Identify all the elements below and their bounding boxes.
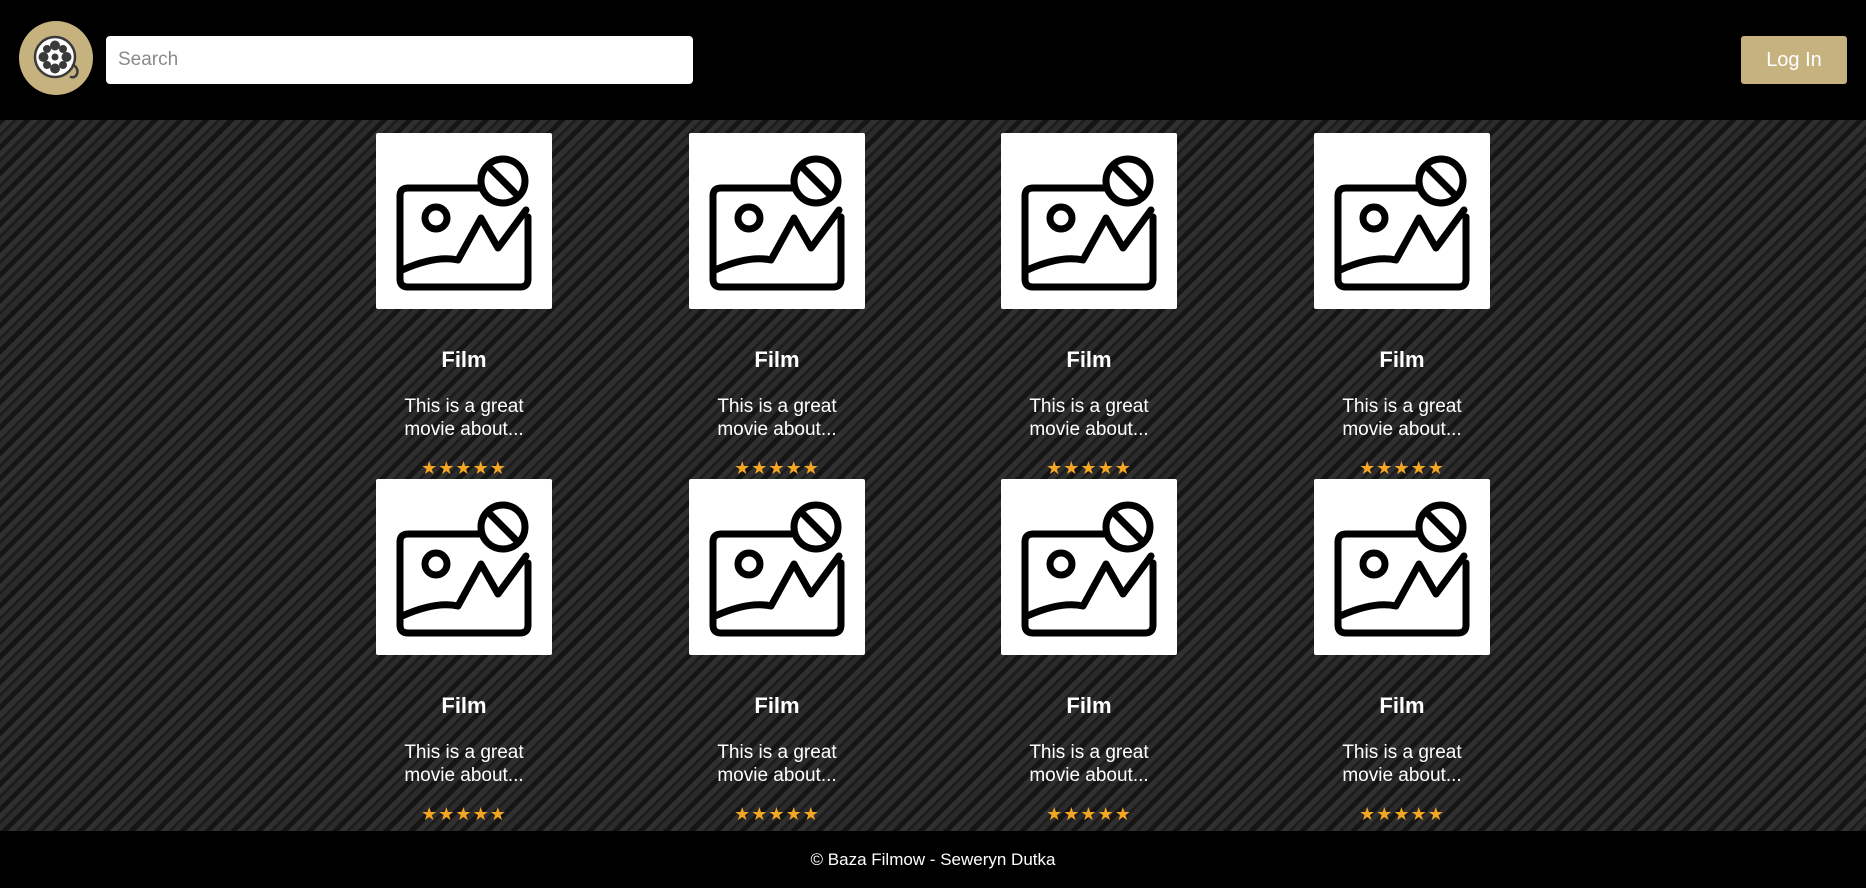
star-rating: ★★★★★	[734, 458, 820, 478]
film-card[interactable]: Film This is a great movie about... ★★★★…	[1001, 479, 1177, 825]
page: Log In Film This is a great movie about.…	[0, 0, 1866, 893]
film-title[interactable]: Film	[376, 347, 552, 373]
film-card[interactable]: Film This is a great movie about... ★★★★…	[376, 133, 552, 479]
image-unavailable-icon	[376, 479, 552, 655]
film-title[interactable]: Film	[1314, 347, 1490, 373]
image-unavailable-icon	[1001, 479, 1177, 655]
film-title[interactable]: Film	[1001, 693, 1177, 719]
film-description: This is a great movie about...	[1029, 742, 1149, 786]
film-title[interactable]: Film	[689, 693, 865, 719]
star-rating: ★★★★★	[1359, 458, 1445, 478]
film-grid: Film This is a great movie about... ★★★★…	[0, 120, 1866, 831]
image-unavailable-icon	[689, 133, 865, 309]
film-title[interactable]: Film	[689, 347, 865, 373]
film-title[interactable]: Film	[376, 693, 552, 719]
film-card[interactable]: Film This is a great movie about... ★★★★…	[1314, 479, 1490, 825]
image-unavailable-icon	[376, 133, 552, 309]
star-rating: ★★★★★	[421, 804, 507, 824]
star-rating: ★★★★★	[1359, 804, 1445, 824]
star-rating: ★★★★★	[1046, 804, 1132, 824]
footer: © Baza Filmow - Seweryn Dutka	[0, 831, 1866, 888]
film-description: This is a great movie about...	[404, 396, 524, 440]
film-description: This is a great movie about...	[717, 742, 837, 786]
film-reel-icon[interactable]	[19, 21, 93, 95]
image-unavailable-icon	[1314, 133, 1490, 309]
film-description: This is a great movie about...	[717, 396, 837, 440]
film-card[interactable]: Film This is a great movie about... ★★★★…	[1001, 133, 1177, 479]
search-input[interactable]	[106, 36, 693, 84]
top-bar: Log In	[0, 0, 1866, 120]
film-card[interactable]: Film This is a great movie about... ★★★★…	[689, 133, 865, 479]
copyright-text: © Baza Filmow - Seweryn Dutka	[810, 850, 1056, 869]
film-card[interactable]: Film This is a great movie about... ★★★★…	[1314, 133, 1490, 479]
star-rating: ★★★★★	[421, 458, 507, 478]
film-description: This is a great movie about...	[1029, 396, 1149, 440]
film-title[interactable]: Film	[1001, 347, 1177, 373]
film-card[interactable]: Film This is a great movie about... ★★★★…	[376, 479, 552, 825]
star-rating: ★★★★★	[1046, 458, 1132, 478]
film-description: This is a great movie about...	[404, 742, 524, 786]
film-card[interactable]: Film This is a great movie about... ★★★★…	[689, 479, 865, 825]
film-description: This is a great movie about...	[1342, 742, 1462, 786]
image-unavailable-icon	[689, 479, 865, 655]
login-button[interactable]: Log In	[1741, 36, 1847, 84]
image-unavailable-icon	[1314, 479, 1490, 655]
image-unavailable-icon	[1001, 133, 1177, 309]
film-title[interactable]: Film	[1314, 693, 1490, 719]
star-rating: ★★★★★	[734, 804, 820, 824]
film-description: This is a great movie about...	[1342, 396, 1462, 440]
